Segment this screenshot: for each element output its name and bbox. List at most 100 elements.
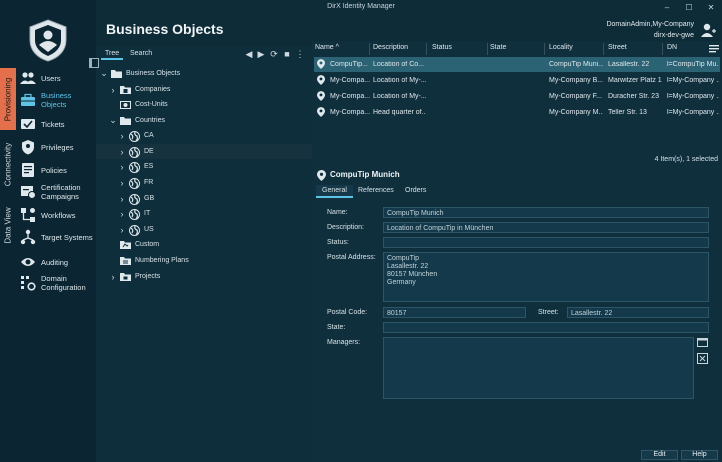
refresh-icon[interactable]: ⟳ (269, 49, 279, 59)
chevron-right-icon[interactable]: › (118, 162, 126, 172)
table-row[interactable]: My-Compa... Head quarter of... My-Company … (314, 105, 720, 120)
close-button[interactable]: ✕ (704, 2, 718, 14)
tree-node-numbering-plans[interactable]: Numbering Plans (96, 253, 312, 268)
tree-node-countries[interactable]: ⌄ Countries (96, 113, 312, 128)
chevron-right-icon[interactable]: › (109, 85, 117, 95)
postal-address-field[interactable]: CompuTip Lasallestr. 22 80157 München Ge… (383, 252, 709, 302)
tab-general[interactable]: General (316, 185, 353, 198)
tree-node-business-objects[interactable]: ⌄ Business Objects (96, 66, 312, 81)
minimize-button[interactable]: – (660, 2, 674, 14)
column-header-status[interactable]: Status (432, 44, 452, 51)
user-info: DomainAdmin,My-Company dirx-dev-gwe (606, 19, 694, 41)
back-arrow-icon[interactable]: ◀ (244, 49, 254, 59)
column-header-locality[interactable]: Locality (549, 44, 573, 51)
column-header-state[interactable]: State (490, 44, 506, 51)
table-row[interactable]: My-Compa... Location of My-... My-Company … (314, 89, 720, 104)
tab-search[interactable]: Search (130, 50, 152, 57)
user-account-icon[interactable] (700, 22, 716, 38)
tree-node-label: Countries (135, 117, 165, 124)
chevron-right-icon[interactable]: › (118, 147, 126, 157)
side-tab-provisioning[interactable]: Provisioning (0, 68, 16, 130)
add-manager-icon[interactable] (697, 338, 708, 347)
chevron-right-icon[interactable]: › (118, 209, 126, 219)
globe-icon (129, 146, 140, 158)
tree-node-de[interactable]: › DE (96, 144, 312, 159)
cell-description: Location of My-... (373, 93, 426, 100)
grid-header: Name ^ Description Status State Locality… (312, 41, 722, 57)
tree-node-it[interactable]: › IT (96, 206, 312, 221)
chevron-right-icon[interactable]: › (118, 194, 126, 204)
tab-tree[interactable]: Tree (100, 50, 124, 60)
postal-code-field[interactable]: 80157 (383, 307, 526, 318)
chevron-right-icon[interactable]: › (118, 178, 126, 188)
workflows-icon (20, 207, 36, 223)
nav-item-privileges[interactable]: Privileges (20, 139, 96, 155)
cell-street: Lasallestr. 22 (608, 61, 650, 68)
nav-item-business-objects[interactable]: Business Objects (20, 91, 96, 109)
tree-node-companies[interactable]: › Companies (96, 82, 312, 97)
tree-node-projects[interactable]: › Projects (96, 269, 312, 284)
cell-locality: CompuTip Muni... (549, 61, 603, 68)
help-button[interactable]: Help (681, 450, 718, 460)
column-header-description[interactable]: Description (373, 44, 408, 51)
nav-item-domain-configuration[interactable]: Domain Configuration (20, 274, 96, 292)
stop-icon[interactable]: ■ (282, 49, 292, 59)
managers-list[interactable] (383, 337, 694, 399)
maximize-button[interactable]: ☐ (682, 2, 696, 14)
location-pin-icon (317, 107, 325, 117)
table-row[interactable]: CompuTip... Location of Co... CompuTip Mun… (314, 57, 720, 72)
detail-title: CompuTip Munich (330, 170, 400, 179)
nav-item-users[interactable]: Users (20, 70, 96, 86)
nav-item-auditing[interactable]: Auditing (20, 254, 96, 270)
tree-node-label: IT (144, 210, 151, 217)
nav-item-workflows[interactable]: Workflows (20, 207, 96, 223)
column-header-street[interactable]: Street (608, 44, 627, 51)
tree-node-us[interactable]: › US (96, 222, 312, 237)
more-options-icon[interactable]: ⋮ (295, 49, 305, 59)
cell-name: My-Compa... (330, 109, 370, 116)
state-label: State: (327, 324, 346, 331)
edit-button[interactable]: Edit (641, 450, 678, 460)
tree-node-fr[interactable]: › FR (96, 175, 312, 190)
nav-item-target-systems[interactable]: Target Systems (20, 229, 96, 245)
state-field[interactable] (383, 322, 709, 333)
table-row[interactable]: My-Compa... Location of My-... My-Company … (314, 73, 720, 88)
tab-orders[interactable]: Orders (405, 187, 426, 194)
target-systems-icon (20, 229, 36, 245)
remove-manager-icon[interactable] (697, 353, 708, 364)
tree-node-es[interactable]: › ES (96, 159, 312, 174)
forward-arrow-icon[interactable]: ▶ (256, 49, 266, 59)
chevron-right-icon[interactable]: › (118, 131, 126, 141)
chevron-right-icon[interactable]: › (109, 272, 117, 282)
nav-item-certification-campaigns[interactable]: Certification Campaigns (20, 183, 96, 201)
cell-street: Duracher Str. 23 (608, 93, 659, 100)
side-tab-data-view[interactable]: Data View (0, 200, 16, 250)
street-field[interactable]: Lasallestr. 22 (567, 307, 709, 318)
name-field[interactable]: CompuTip Munich (383, 207, 709, 218)
nav-label: Business Objects (41, 91, 72, 109)
status-field[interactable] (383, 237, 709, 248)
column-header-dn[interactable]: DN (667, 44, 677, 51)
nav-item-policies[interactable]: Policies (20, 162, 96, 178)
tree-node-ca[interactable]: › CA (96, 128, 312, 143)
tab-references[interactable]: References (358, 187, 394, 194)
column-chooser-icon[interactable] (709, 45, 719, 53)
postal-code-label: Postal Code: (327, 309, 368, 316)
nav-item-tickets[interactable]: Tickets (20, 116, 96, 132)
tree-node-custom[interactable]: Custom (96, 237, 312, 252)
side-tab-connectivity[interactable]: Connectivity (0, 136, 16, 192)
cell-name: My-Compa... (330, 93, 370, 100)
tree-node-label: GB (144, 195, 155, 202)
privileges-icon (20, 139, 36, 155)
description-field[interactable]: Location of CompuTip in München (383, 222, 709, 233)
tree-node-cost-units[interactable]: Cost-Units (96, 97, 312, 112)
nav-label: Users (41, 73, 61, 83)
chevron-right-icon[interactable]: › (118, 225, 126, 235)
chevron-down-icon[interactable]: ⌄ (100, 68, 108, 79)
chevron-down-icon[interactable]: ⌄ (109, 115, 117, 126)
tree-node-gb[interactable]: › GB (96, 191, 312, 206)
cell-name: My-Compa... (330, 77, 370, 84)
cost-unit-icon (120, 100, 131, 110)
users-icon (20, 70, 36, 86)
column-header-name[interactable]: Name ^ (315, 44, 339, 51)
